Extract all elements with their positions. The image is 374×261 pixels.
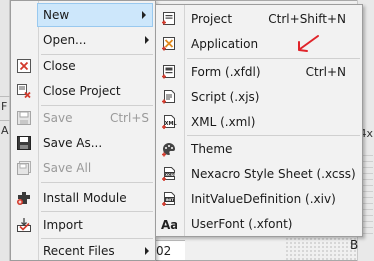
submenu-item-project-label: Project bbox=[191, 12, 233, 26]
menu-item-close[interactable]: Close bbox=[11, 54, 155, 78]
menu-item-save-as[interactable]: Save As... bbox=[11, 131, 155, 155]
left-edge-letter-a: A bbox=[1, 124, 9, 137]
submenu-item-userfont-label: UserFont (.xfont) bbox=[191, 217, 293, 231]
menu-item-close-label: Close bbox=[43, 59, 76, 73]
submenu-item-xml[interactable]: XML XML (.xml) bbox=[156, 110, 362, 134]
svg-text:XCSS: XCSS bbox=[165, 173, 176, 177]
menu-item-install-module[interactable]: Install Module bbox=[11, 186, 155, 210]
script-icon bbox=[161, 89, 177, 105]
file-menu: New Open... Close Close Project Save Ctr… bbox=[10, 0, 156, 261]
submenu-item-form[interactable]: Form (.xfdl) Ctrl+N bbox=[156, 60, 362, 84]
submenu-item-application-label: Application bbox=[191, 37, 259, 51]
left-edge-letter-f: F bbox=[1, 100, 8, 113]
form-icon bbox=[161, 64, 177, 80]
theme-icon bbox=[161, 141, 177, 157]
menu-separator bbox=[41, 211, 153, 212]
xml-icon: XML bbox=[161, 114, 177, 130]
menu-item-open-label: Open... bbox=[43, 33, 87, 47]
submenu-arrow-icon bbox=[145, 36, 149, 44]
submenu-item-theme[interactable]: Theme bbox=[156, 137, 362, 161]
submenu-item-xcss-label: Nexacro Style Sheet (.xcss) bbox=[191, 167, 356, 181]
submenu-item-xcss[interactable]: XCSS Nexacro Style Sheet (.xcss) bbox=[156, 162, 362, 186]
left-edge-divider bbox=[0, 120, 10, 121]
new-submenu: Project Ctrl+Shift+N Application Form (.… bbox=[155, 4, 363, 237]
menu-item-save[interactable]: Save Ctrl+S bbox=[11, 106, 155, 130]
menu-item-save-as-label: Save As... bbox=[43, 136, 103, 150]
menu-item-open[interactable]: Open... bbox=[11, 28, 155, 52]
submenu-item-userfont[interactable]: Aa UserFont (.xfont) bbox=[156, 212, 362, 236]
submenu-item-script-label: Script (.xjs) bbox=[191, 90, 260, 104]
userfont-icon: Aa bbox=[161, 216, 177, 232]
project-icon bbox=[161, 11, 177, 27]
left-edge-divider bbox=[0, 96, 10, 97]
menu-separator bbox=[187, 135, 360, 136]
submenu-item-script[interactable]: Script (.xjs) bbox=[156, 85, 362, 109]
grid-column-letter: B bbox=[350, 238, 359, 252]
submenu-item-project-shortcut: Ctrl+Shift+N bbox=[268, 12, 346, 26]
menu-separator bbox=[41, 182, 153, 183]
menu-item-recent-files[interactable]: Recent Files bbox=[11, 239, 155, 261]
submenu-item-theme-label: Theme bbox=[191, 142, 233, 156]
submenu-arrow-icon bbox=[145, 247, 149, 255]
submenu-item-project[interactable]: Project Ctrl+Shift+N bbox=[156, 7, 362, 31]
submenu-item-form-label: Form (.xfdl) bbox=[191, 65, 261, 79]
menu-item-save-all[interactable]: Save All bbox=[11, 156, 155, 180]
save-as-icon bbox=[16, 135, 32, 151]
save-icon bbox=[16, 110, 32, 126]
annotation-arrow-icon bbox=[298, 35, 319, 52]
submenu-item-xiv-label: InitValueDefinition (.xiv) bbox=[191, 192, 336, 206]
menu-item-import-label: Import bbox=[43, 218, 83, 232]
svg-text:INIT: INIT bbox=[166, 198, 175, 202]
menu-item-recent-files-label: Recent Files bbox=[43, 244, 115, 258]
close-document-icon bbox=[16, 58, 32, 74]
menu-item-close-project-label: Close Project bbox=[43, 84, 121, 98]
svg-text:XML: XML bbox=[165, 121, 177, 127]
menu-separator bbox=[187, 58, 360, 59]
menu-item-save-all-label: Save All bbox=[43, 161, 92, 175]
install-module-icon bbox=[16, 190, 32, 206]
design-grid bbox=[285, 236, 357, 260]
menu-item-new[interactable]: New bbox=[37, 3, 153, 27]
xiv-icon: INIT bbox=[161, 191, 177, 207]
menu-item-install-module-label: Install Module bbox=[43, 191, 127, 205]
left-edge-panel: F A bbox=[0, 0, 10, 261]
menu-item-save-shortcut: Ctrl+S bbox=[109, 111, 149, 125]
menu-item-close-project[interactable]: Close Project bbox=[11, 79, 155, 103]
submenu-arrow-icon bbox=[142, 11, 146, 19]
svg-text:Aa: Aa bbox=[161, 218, 177, 232]
menu-item-import[interactable]: Import bbox=[11, 213, 155, 237]
menu-item-save-label: Save bbox=[43, 111, 73, 125]
submenu-item-form-shortcut: Ctrl+N bbox=[305, 65, 346, 79]
application-icon bbox=[161, 36, 177, 52]
submenu-item-application[interactable]: Application bbox=[156, 32, 362, 56]
submenu-item-xiv[interactable]: INIT InitValueDefinition (.xiv) bbox=[156, 187, 362, 211]
bottom-field: 02 bbox=[153, 240, 185, 260]
submenu-item-xml-label: XML (.xml) bbox=[191, 115, 256, 129]
close-project-icon bbox=[16, 83, 32, 99]
menu-item-new-label: New bbox=[43, 8, 70, 22]
xcss-icon: XCSS bbox=[161, 166, 177, 182]
import-icon bbox=[16, 217, 32, 233]
save-all-icon bbox=[16, 160, 32, 176]
